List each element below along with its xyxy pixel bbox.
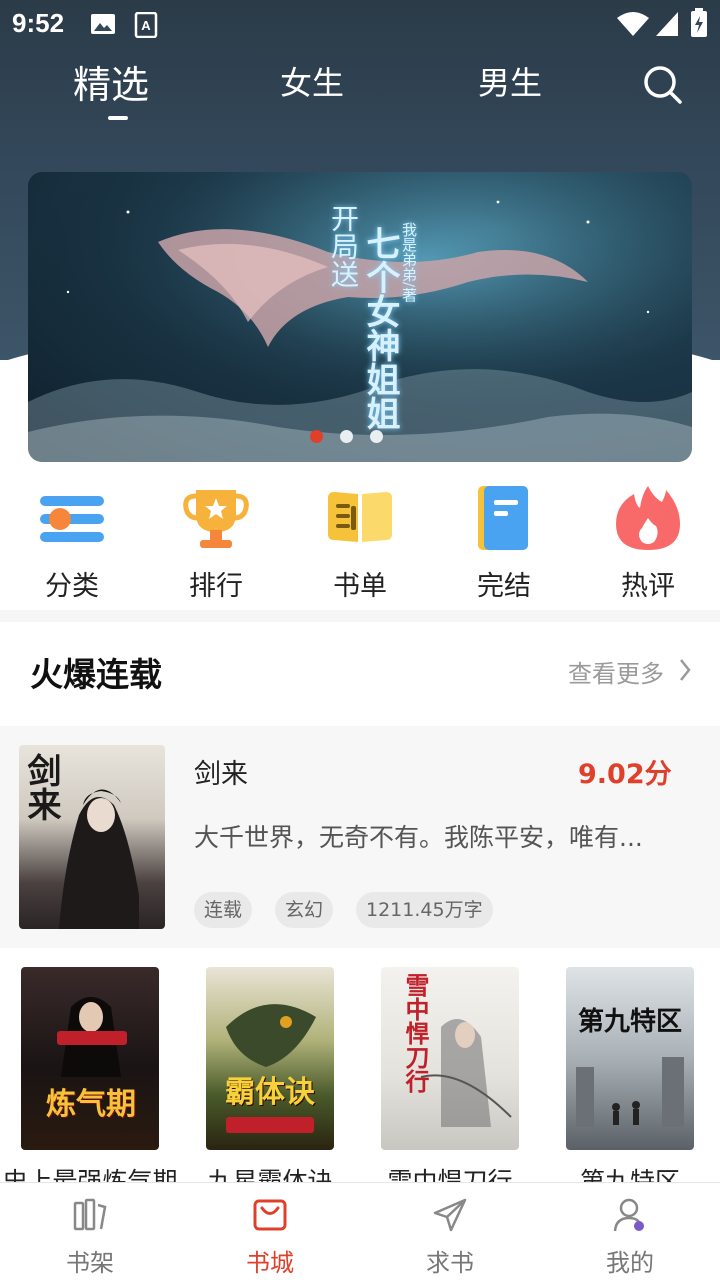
nav-request-book[interactable]: 求书 [360, 1183, 540, 1280]
banner-text-left: 开局送 [327, 204, 360, 288]
trophy-icon [183, 490, 249, 548]
grid-cover-title: 雪中悍刀行 [401, 973, 430, 1093]
banner-author: 我是弟弟/著 [400, 222, 418, 303]
grid-cover-title: 霸体诀 [225, 1075, 315, 1110]
shortcut-label: 分类 [45, 571, 99, 602]
wifi-icon [617, 12, 649, 36]
grid-book-cover[interactable]: 炼气期 [21, 967, 159, 1150]
tag-genre: 玄幻 [275, 892, 334, 928]
status-time: 9:52 [12, 8, 65, 38]
battery-icon [691, 8, 707, 37]
completed-book-icon [478, 486, 528, 550]
section-title: 火爆连载 [30, 655, 162, 694]
font-notification-icon: A [134, 12, 158, 38]
paper-plane-icon [433, 1198, 467, 1232]
nav-bookshelf[interactable]: 书架 [0, 1183, 180, 1280]
shortcut-label: 热评 [621, 571, 675, 602]
nav-label: 书城 [246, 1249, 294, 1277]
featured-book-score: 9.02分 [578, 759, 672, 790]
banner-dot[interactable] [370, 430, 383, 443]
nav-profile[interactable]: 我的 [540, 1183, 720, 1280]
svg-text:A: A [141, 18, 151, 33]
shortcut-label: 排行 [189, 571, 243, 602]
shortcut-completed[interactable]: 完结 [432, 478, 576, 610]
tag-status: 连载 [194, 892, 253, 928]
tag-word-count: 1211.45万字 [356, 892, 493, 928]
grid-cover-art [576, 1057, 684, 1127]
bottom-navigation: 书架 书城 求书 我的 [0, 1182, 720, 1280]
view-more-link[interactable]: 查看更多 [568, 654, 691, 689]
tab-male[interactable]: 男生 [478, 58, 542, 104]
promo-banner[interactable]: 开局送 七个女神姐姐 我是弟弟/著 [28, 172, 692, 462]
shortcut-booklist[interactable]: 书单 [288, 478, 432, 610]
tab-indicator [108, 116, 128, 120]
featured-book-title[interactable]: 剑来 [194, 752, 248, 791]
nav-label: 我的 [606, 1249, 654, 1277]
profile-icon [613, 1198, 644, 1232]
banner-dot[interactable] [340, 430, 353, 443]
nav-bookstore[interactable]: 书城 [180, 1183, 360, 1280]
section-divider [0, 610, 720, 622]
shortcut-category[interactable]: 分类 [0, 478, 144, 610]
banner-dot-active[interactable] [310, 430, 323, 443]
nav-label: 书架 [66, 1249, 114, 1277]
featured-book-description: 大千世界，无奇不有。我陈平安，唯有... [194, 823, 643, 852]
category-shortcuts: 分类 排行 书单 完结 热评 [0, 478, 720, 610]
featured-cover-title: 剑来 [21, 753, 61, 821]
nav-label: 求书 [426, 1249, 474, 1277]
grid-book-cover[interactable]: 霸体诀 [206, 967, 334, 1150]
signal-icon [656, 12, 678, 36]
banner-pagination [310, 430, 410, 446]
shortcut-hot-reviews[interactable]: 热评 [576, 478, 720, 610]
bookstore-bag-icon [253, 1199, 287, 1231]
grid-book-cover[interactable]: 雪中悍刀行 [381, 967, 519, 1150]
grid-book-cover[interactable]: 第九特区 [566, 967, 694, 1150]
tab-featured[interactable]: 精选 [73, 54, 149, 109]
category-icon [40, 496, 104, 542]
search-icon[interactable] [640, 62, 684, 106]
book-list-icon [328, 492, 392, 542]
channel-tabs: 精选 女生 男生 [0, 52, 720, 124]
grid-cover-title: 第九特区 [577, 1007, 682, 1037]
featured-book-cover[interactable]: 剑来 [19, 745, 165, 929]
bookshelf-icon [73, 1198, 107, 1231]
status-bar: 9:52 A [0, 0, 720, 48]
shortcut-ranking[interactable]: 排行 [144, 478, 288, 610]
shortcut-label: 完结 [477, 571, 531, 602]
shortcut-label: 书单 [333, 571, 387, 602]
grid-cover-title: 炼气期 [46, 1087, 136, 1122]
view-more-label: 查看更多 [568, 660, 664, 688]
chevron-right-icon [680, 659, 691, 681]
banner-title: 七个女神姐姐 [360, 226, 400, 430]
flame-icon [616, 486, 680, 550]
image-notification-icon [91, 14, 115, 34]
grid-cover-art [226, 1004, 316, 1133]
tab-female[interactable]: 女生 [280, 58, 344, 104]
